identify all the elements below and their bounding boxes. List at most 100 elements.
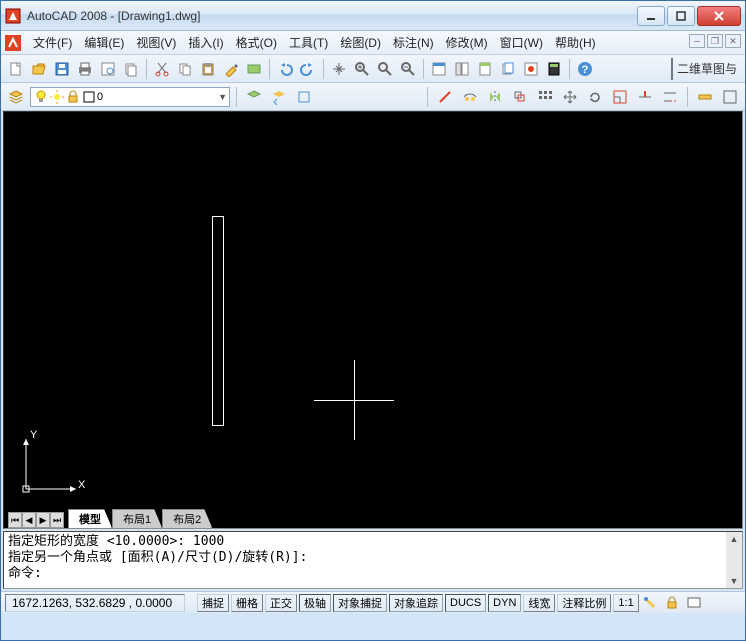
array-button[interactable] [534, 86, 556, 108]
close-button[interactable] [697, 6, 741, 26]
command-scrollbar[interactable]: ▲▼ [726, 532, 742, 588]
match-properties-button[interactable] [220, 58, 242, 80]
axis-x-label: X [78, 479, 85, 491]
block-editor-button[interactable] [243, 58, 265, 80]
maximize-button[interactable] [667, 6, 695, 26]
trim-button[interactable] [634, 86, 656, 108]
tab-layout1[interactable]: 布局1 [112, 509, 162, 528]
rotate-button[interactable] [584, 86, 606, 108]
sheet-set-button[interactable] [497, 58, 519, 80]
drawing-viewport[interactable]: X Y ⏮ ◀ ▶ ⏭ 模型 布局1 布局2 [3, 111, 743, 529]
menu-view[interactable]: 视图(V) [130, 32, 182, 53]
print-button[interactable] [74, 58, 96, 80]
zoom-previous-button[interactable] [397, 58, 419, 80]
menu-file[interactable]: 文件(F) [27, 32, 78, 53]
help-button[interactable]: ? [574, 58, 596, 80]
app-logo-icon [5, 35, 21, 51]
layer-isolate-button[interactable] [293, 86, 315, 108]
menu-insert[interactable]: 插入(I) [182, 32, 229, 53]
redo-button[interactable] [297, 58, 319, 80]
menu-format[interactable]: 格式(O) [230, 32, 283, 53]
command-prompt[interactable]: 命令: [8, 566, 42, 581]
window-title: AutoCAD 2008 - [Drawing1.dwg] [27, 9, 637, 23]
status-ortho[interactable]: 正交 [265, 594, 297, 612]
separator [427, 87, 428, 107]
separator [236, 87, 237, 107]
annoscale-icon[interactable] [639, 592, 661, 614]
save-button[interactable] [51, 58, 73, 80]
status-annoscale-label[interactable]: 注释比例 [557, 594, 611, 612]
status-polar[interactable]: 极轴 [299, 594, 331, 612]
mirror-button[interactable] [484, 86, 506, 108]
cut-button[interactable] [151, 58, 173, 80]
measure-button[interactable] [694, 86, 716, 108]
current-layer-name: 0 [97, 91, 103, 103]
copy-button[interactable] [174, 58, 196, 80]
status-annoscale-value[interactable]: 1:1 [613, 594, 638, 612]
status-grid[interactable]: 栅格 [231, 594, 263, 612]
publish-button[interactable] [120, 58, 142, 80]
app-icon [5, 8, 21, 24]
status-otrack[interactable]: 对象追踪 [389, 594, 443, 612]
layer-properties-button[interactable] [5, 86, 27, 108]
color-swatch-icon [81, 89, 97, 105]
layer-previous-button[interactable] [268, 86, 290, 108]
tab-first-button[interactable]: ⏮ [8, 512, 22, 528]
sun-icon [49, 89, 65, 105]
open-button[interactable] [28, 58, 50, 80]
menu-help[interactable]: 帮助(H) [549, 32, 602, 53]
menu-edit[interactable]: 编辑(E) [78, 32, 130, 53]
pan-button[interactable] [328, 58, 350, 80]
menu-window[interactable]: 窗口(W) [494, 32, 549, 53]
svg-text:?: ? [582, 64, 589, 76]
workspace-label[interactable]: 二维草图与 [671, 58, 741, 80]
fillet-button[interactable] [719, 86, 741, 108]
paste-button[interactable] [197, 58, 219, 80]
menu-dimension[interactable]: 标注(N) [387, 32, 440, 53]
menu-tools[interactable]: 工具(T) [283, 32, 334, 53]
offset-button[interactable] [509, 86, 531, 108]
new-button[interactable] [5, 58, 27, 80]
menu-modify[interactable]: 修改(M) [440, 32, 494, 53]
layer-dropdown[interactable]: 0 ▼ [30, 87, 230, 107]
status-lwt[interactable]: 线宽 [523, 594, 555, 612]
statusbar: 1672.1263, 532.6829 , 0.0000 捕捉 栅格 正交 极轴… [1, 591, 745, 613]
markup-button[interactable] [520, 58, 542, 80]
plot-preview-button[interactable] [97, 58, 119, 80]
undo-button[interactable] [274, 58, 296, 80]
separator [687, 87, 688, 107]
properties-button[interactable] [428, 58, 450, 80]
separator [269, 59, 270, 79]
separator [146, 59, 147, 79]
menu-draw[interactable]: 绘图(D) [334, 32, 387, 53]
line-button[interactable] [434, 86, 456, 108]
lock-icon[interactable] [661, 592, 683, 614]
scale-button[interactable] [609, 86, 631, 108]
layer-states-button[interactable] [243, 86, 265, 108]
minimize-button[interactable] [637, 6, 665, 26]
status-osnap[interactable]: 对象捕捉 [333, 594, 387, 612]
tab-next-button[interactable]: ▶ [36, 512, 50, 528]
coordinates-display[interactable]: 1672.1263, 532.6829 , 0.0000 [5, 594, 185, 612]
mdi-close-button[interactable]: ✕ [725, 34, 741, 48]
move-button[interactable] [559, 86, 581, 108]
design-center-button[interactable] [451, 58, 473, 80]
status-dyn[interactable]: DYN [488, 594, 521, 612]
command-window[interactable]: 指定矩形的宽度 <10.0000>: 1000 指定另一个角点或 [面积(A)/… [3, 531, 743, 589]
window-titlebar: AutoCAD 2008 - [Drawing1.dwg] [1, 1, 745, 31]
mdi-restore-button[interactable]: ❐ [707, 34, 723, 48]
extend-button[interactable] [659, 86, 681, 108]
clean-screen-icon[interactable] [683, 592, 705, 614]
mdi-minimize-button[interactable]: ─ [689, 34, 705, 48]
construction-line-button[interactable] [459, 86, 481, 108]
status-snap[interactable]: 捕捉 [197, 594, 229, 612]
tab-layout2[interactable]: 布局2 [162, 509, 212, 528]
tab-last-button[interactable]: ⏭ [50, 512, 64, 528]
tab-prev-button[interactable]: ◀ [22, 512, 36, 528]
status-ducs[interactable]: DUCS [445, 594, 486, 612]
calculator-button[interactable] [543, 58, 565, 80]
tab-model[interactable]: 模型 [68, 509, 112, 528]
zoom-window-button[interactable] [374, 58, 396, 80]
zoom-realtime-button[interactable] [351, 58, 373, 80]
tool-palettes-button[interactable] [474, 58, 496, 80]
